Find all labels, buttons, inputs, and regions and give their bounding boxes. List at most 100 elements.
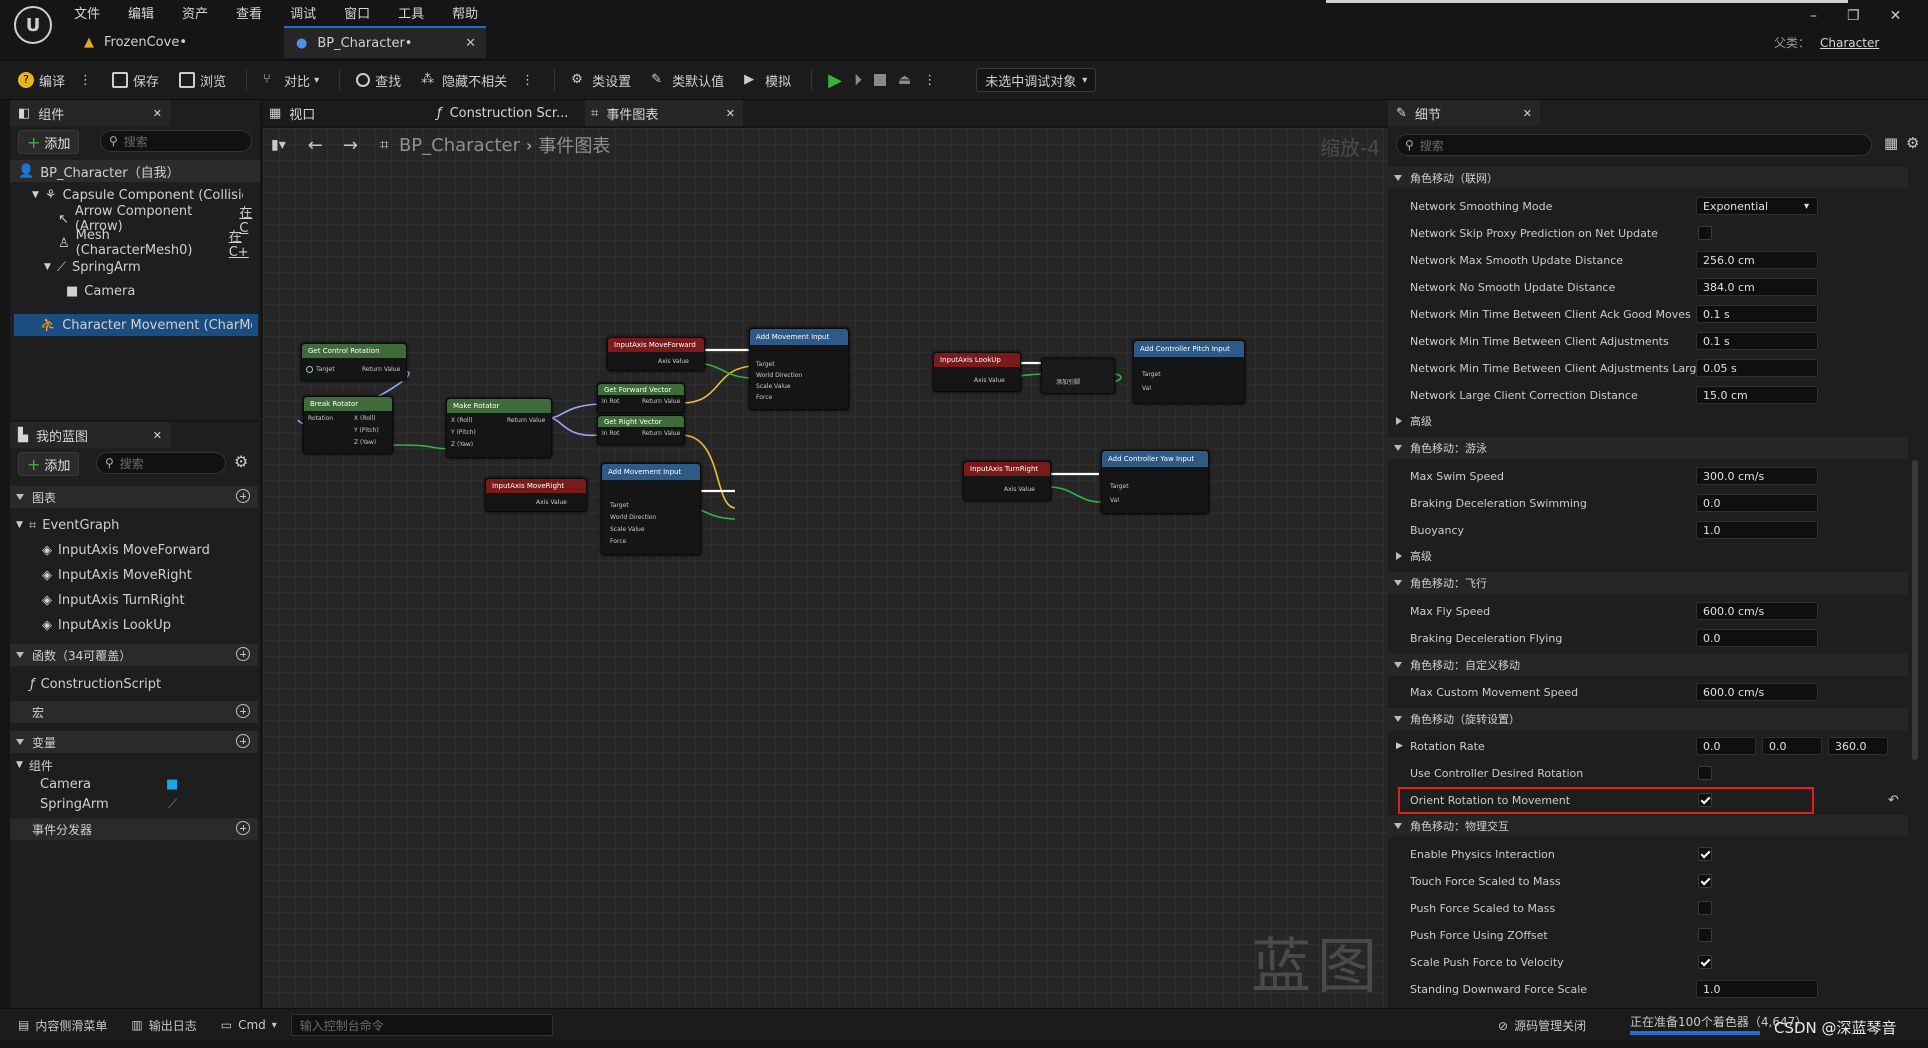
class-defaults-button[interactable]: ✎ 类默认值: [651, 71, 724, 90]
tree-item-bp-character[interactable]: 👤 BP_Character（自我）: [10, 160, 260, 182]
rotation-rate-x-input[interactable]: 0.0: [1696, 737, 1756, 755]
minimize-icon[interactable]: –: [1810, 8, 1817, 24]
pin-world-direction[interactable]: World Direction: [610, 514, 656, 521]
pin-scale-value[interactable]: Scale Value: [610, 526, 645, 533]
tab-event-graph[interactable]: ⌗ 事件图表 ✕: [585, 100, 743, 126]
node-get-right-vector[interactable]: Get Right Vector In Rot Return Value: [597, 415, 685, 445]
braking-swimming-input[interactable]: 0.0: [1696, 494, 1818, 512]
tree-item-camera[interactable]: ■ Camera: [10, 280, 260, 302]
pin-force[interactable]: Force: [756, 394, 772, 401]
rotation-rate-z-input[interactable]: 360.0: [1828, 737, 1888, 755]
doc-tab-frozencove[interactable]: ▲ FrozenCove•: [72, 26, 292, 58]
event-item-turn-right[interactable]: ◈ InputAxis TurnRight: [10, 589, 258, 611]
menu-help[interactable]: 帮助: [452, 3, 478, 22]
section-rotation-settings[interactable]: 角色移动（旋转设置）: [1388, 708, 1908, 730]
ack-good-moves-input[interactable]: 0.1 s: [1696, 305, 1818, 323]
client-adjustments-large-input[interactable]: 0.05 s: [1696, 359, 1818, 377]
section-swimming[interactable]: 角色移动：游泳: [1388, 437, 1908, 459]
node-multiply[interactable]: 添加引脚: [1041, 358, 1115, 394]
node-input-turnright[interactable]: InputAxis TurnRight Axis Value: [963, 461, 1051, 501]
node-get-forward-vector[interactable]: Get Forward Vector In Rot Return Value: [597, 383, 685, 413]
close-tab-icon[interactable]: ✕: [726, 107, 735, 120]
content-drawer-button[interactable]: ▤ 内容侧滑菜单: [18, 1017, 107, 1034]
menu-window[interactable]: 窗口: [344, 3, 370, 22]
kebab-icon[interactable]: ⋮: [521, 73, 534, 88]
section-physics-interaction[interactable]: 角色移动：物理交互: [1388, 815, 1908, 837]
edit-in-cpp-link[interactable]: 在C+: [229, 226, 260, 260]
details-scrollbar[interactable]: [1912, 460, 1918, 760]
play-button[interactable]: ▶: [828, 70, 842, 91]
component-search-input[interactable]: ⚲ 搜索: [100, 130, 252, 152]
tab-viewport[interactable]: ▦ 视口: [263, 100, 413, 126]
section-macros[interactable]: 宏: [10, 701, 258, 723]
menu-edit[interactable]: 编辑: [128, 3, 154, 22]
max-fly-speed-input[interactable]: 600.0 cm/s: [1696, 602, 1818, 620]
console-command-input[interactable]: 输入控制台命令: [290, 1014, 553, 1036]
cmd-dropdown[interactable]: ▭ Cmd ▾: [221, 1018, 277, 1032]
my-blueprint-tab[interactable]: ▙ 我的蓝图 ✕: [10, 422, 170, 448]
expand-arrow-icon[interactable]: ▶: [1396, 741, 1403, 751]
section-network[interactable]: 角色移动（联网）: [1388, 167, 1908, 189]
tree-item-springarm[interactable]: ▼ ⟋ SpringArm: [10, 256, 260, 278]
add-circle-icon[interactable]: [236, 821, 250, 835]
pin-return-value[interactable]: Return Value: [642, 398, 680, 405]
client-adjustments-input[interactable]: 0.1 s: [1696, 332, 1818, 350]
step-button[interactable]: ⏵: [854, 70, 862, 90]
pin-target[interactable]: Target: [756, 361, 775, 368]
section-event-dispatchers[interactable]: 事件分发器: [10, 818, 258, 840]
reset-to-default-icon[interactable]: ↶: [1888, 793, 1899, 808]
pin-axis-value[interactable]: Axis Value: [536, 499, 567, 506]
pin-return-value[interactable]: Return Value: [362, 366, 400, 373]
pin-return-value[interactable]: Return Value: [642, 430, 680, 437]
use-controller-desired-rotation-checkbox[interactable]: [1698, 766, 1712, 780]
pin-y-pitch[interactable]: Y (Pitch): [451, 429, 476, 436]
pin-in-rot[interactable]: In Rot: [602, 430, 619, 437]
node-add-movement-input-forward[interactable]: Add Movement Input Target World Directio…: [749, 328, 849, 410]
pin-z-yaw[interactable]: Z (Yaw): [451, 441, 473, 448]
details-search-input[interactable]: ⚲ 搜索: [1396, 134, 1872, 156]
section-variables[interactable]: 变量: [10, 731, 258, 753]
event-item-move-forward[interactable]: ◈ InputAxis MoveForward: [10, 539, 258, 561]
hide-unrelated-button[interactable]: ⁂ 隐藏不相关 ⋮: [421, 71, 534, 90]
pin-target[interactable]: Target: [1110, 483, 1129, 490]
stop-button[interactable]: [874, 74, 887, 86]
find-button[interactable]: 查找: [356, 71, 401, 90]
standing-downward-force-input[interactable]: 1.0: [1696, 980, 1818, 998]
source-control-button[interactable]: ⊘ 源码管理关闭: [1498, 1017, 1586, 1034]
add-blueprint-item-button[interactable]: + 添加: [18, 452, 80, 476]
section-flying[interactable]: 角色移动：飞行: [1388, 572, 1908, 594]
node-make-rotator[interactable]: Make Rotator X (Roll) Y (Pitch) Z (Yaw) …: [446, 398, 552, 458]
parent-class-link[interactable]: Character: [1820, 36, 1879, 50]
menu-debug[interactable]: 调试: [290, 3, 316, 22]
rotation-rate-y-input[interactable]: 0.0: [1762, 737, 1822, 755]
output-log-button[interactable]: ▥ 输出日志: [131, 1017, 196, 1034]
section-custom-movement[interactable]: 角色移动：自定义移动: [1388, 654, 1908, 676]
add-circle-icon[interactable]: [236, 647, 250, 661]
variable-springarm[interactable]: SpringArm ⟋: [10, 793, 258, 815]
node-add-pitch-input[interactable]: Add Controller Pitch Input Target Val: [1133, 340, 1245, 404]
close-tab-icon[interactable]: ✕: [1523, 107, 1532, 120]
skip-proxy-checkbox[interactable]: [1698, 226, 1712, 240]
pin-target[interactable]: Target: [1142, 371, 1161, 378]
close-tab-icon[interactable]: ✕: [153, 429, 162, 442]
settings-gear-icon[interactable]: ⚙: [234, 452, 248, 471]
pin-val[interactable]: Val: [1142, 385, 1151, 392]
blueprint-search-input[interactable]: ⚲ 搜索: [96, 452, 226, 474]
tab-construction-script[interactable]: ƒ Construction Scr...: [431, 100, 581, 126]
debug-target-dropdown[interactable]: 未选中调试对象 ▾: [976, 68, 1097, 92]
section-functions[interactable]: 函数（34可覆盖）: [10, 644, 258, 666]
add-circle-icon[interactable]: [236, 489, 250, 503]
event-item-lookup[interactable]: ◈ InputAxis LookUp: [10, 614, 258, 636]
pin-x-roll[interactable]: X (Roll): [451, 417, 473, 424]
node-input-lookup[interactable]: InputAxis LookUp Axis Value: [933, 352, 1021, 392]
close-window-icon[interactable]: ✕: [1890, 8, 1902, 24]
node-input-move-forward[interactable]: InputAxis MoveForward Axis Value: [607, 337, 705, 371]
enable-physics-checkbox[interactable]: [1698, 847, 1712, 861]
class-settings-button[interactable]: ⚙ 类设置: [571, 71, 631, 90]
pin-z-yaw[interactable]: Z (Yaw): [354, 439, 376, 446]
node-add-movement-input-right[interactable]: Add Movement Input Target World Directio…: [601, 463, 701, 555]
buoyancy-input[interactable]: 1.0: [1696, 521, 1818, 539]
touch-force-checkbox[interactable]: [1698, 874, 1712, 888]
pin-world-direction[interactable]: World Direction: [756, 372, 802, 379]
tree-item-character-movement[interactable]: ⛹ Character Movement (CharMove: [14, 314, 258, 336]
